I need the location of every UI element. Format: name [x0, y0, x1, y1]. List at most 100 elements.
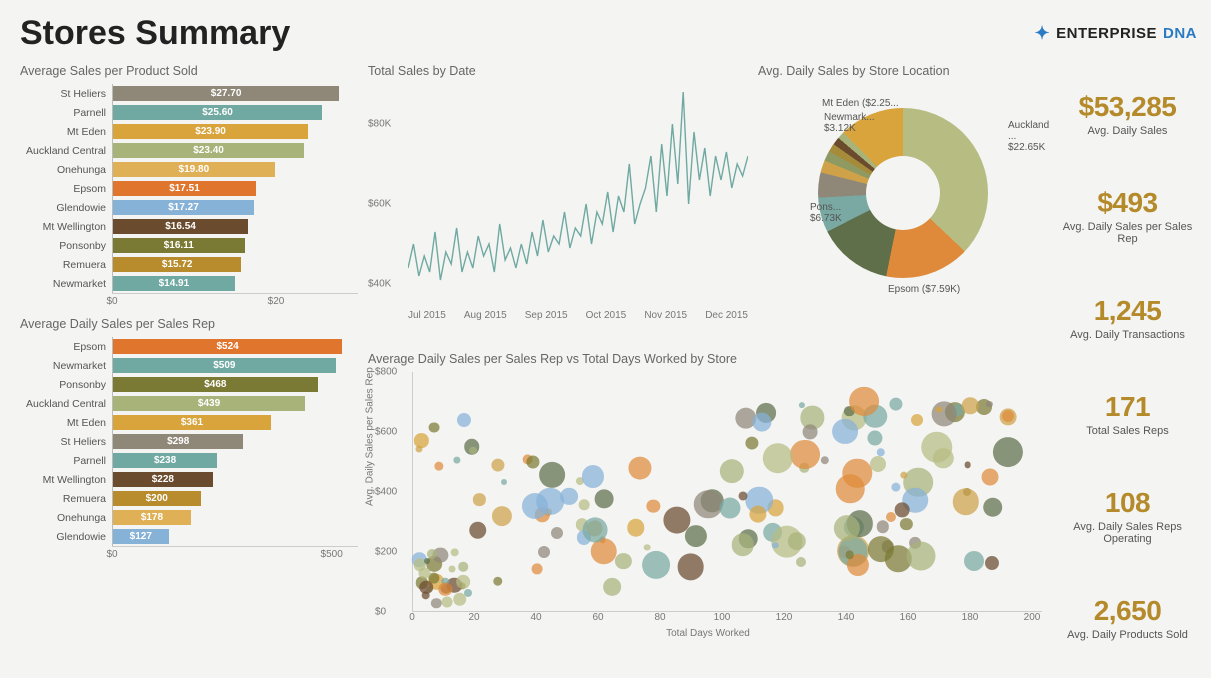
- kpi-card[interactable]: 171Total Sales Reps: [1058, 391, 1197, 437]
- scatter-point[interactable]: [473, 493, 485, 505]
- bar-row[interactable]: Mt Eden$23.90: [20, 122, 358, 141]
- scatter-point[interactable]: [532, 564, 543, 575]
- scatter-point[interactable]: [890, 397, 903, 410]
- chart-total-sales-by-date[interactable]: Total Sales by Date $40K$60K$80K Jul 201…: [368, 62, 748, 342]
- scatter-point[interactable]: [932, 401, 957, 426]
- scatter-point[interactable]: [836, 474, 865, 503]
- bar-row[interactable]: Mt Wellington$16.54: [20, 217, 358, 236]
- scatter-point[interactable]: [424, 558, 430, 564]
- scatter-point[interactable]: [981, 469, 998, 486]
- bar-row[interactable]: Newmarket$14.91: [20, 274, 358, 293]
- scatter-point[interactable]: [603, 578, 621, 596]
- scatter-point[interactable]: [1002, 410, 1014, 422]
- scatter-point[interactable]: [579, 499, 590, 510]
- scatter-point[interactable]: [739, 491, 748, 500]
- scatter-point[interactable]: [421, 591, 430, 600]
- scatter-point[interactable]: [539, 462, 565, 488]
- bar-row[interactable]: Parnell$25.60: [20, 103, 358, 122]
- scatter-point[interactable]: [962, 398, 978, 414]
- scatter-point[interactable]: [526, 455, 539, 468]
- scatter-point[interactable]: [867, 430, 882, 445]
- scatter-point[interactable]: [936, 406, 943, 413]
- bar-row[interactable]: Ponsonby$16.11: [20, 236, 358, 255]
- scatter-point[interactable]: [964, 551, 984, 571]
- bar-row[interactable]: St Heliers$27.70: [20, 84, 358, 103]
- bar-row[interactable]: Mt Eden$361: [20, 413, 358, 432]
- scatter-point[interactable]: [491, 458, 504, 471]
- bar-row[interactable]: Remuera$15.72: [20, 255, 358, 274]
- bar-row[interactable]: Mt Wellington$228: [20, 470, 358, 489]
- scatter-point[interactable]: [629, 457, 652, 480]
- chart-avg-daily-sales-per-rep[interactable]: Average Daily Sales per Sales Rep Epsom$…: [20, 315, 358, 560]
- scatter-point[interactable]: [719, 459, 743, 483]
- scatter-point[interactable]: [870, 456, 886, 472]
- scatter-point[interactable]: [457, 413, 471, 427]
- scatter-point[interactable]: [985, 556, 999, 570]
- scatter-point[interactable]: [964, 462, 971, 469]
- kpi-card[interactable]: 2,650Avg. Daily Products Sold: [1058, 595, 1197, 641]
- bar-row[interactable]: Onehunga$178: [20, 508, 358, 527]
- scatter-point[interactable]: [993, 437, 1023, 467]
- scatter-point[interactable]: [441, 597, 452, 608]
- scatter-point[interactable]: [886, 512, 896, 522]
- scatter-point[interactable]: [538, 546, 550, 558]
- scatter-point[interactable]: [790, 440, 820, 470]
- scatter-point[interactable]: [798, 402, 804, 408]
- scatter-point[interactable]: [720, 498, 741, 519]
- bar-row[interactable]: St Heliers$298: [20, 432, 358, 451]
- scatter-point[interactable]: [522, 493, 548, 519]
- bar-row[interactable]: Newmarket$509: [20, 356, 358, 375]
- scatter-point[interactable]: [911, 414, 923, 426]
- scatter-point[interactable]: [416, 446, 423, 453]
- bar-row[interactable]: Epsom$17.51: [20, 179, 358, 198]
- scatter-point[interactable]: [685, 525, 707, 547]
- scatter-point[interactable]: [582, 466, 604, 488]
- scatter-point[interactable]: [763, 443, 793, 473]
- scatter-point[interactable]: [907, 541, 936, 570]
- bar-row[interactable]: Ponsonby$468: [20, 375, 358, 394]
- scatter-point[interactable]: [464, 589, 472, 597]
- scatter-point[interactable]: [900, 518, 912, 530]
- bar-row[interactable]: Glendowie$127: [20, 527, 358, 546]
- scatter-point[interactable]: [583, 518, 608, 543]
- scatter-point[interactable]: [469, 446, 477, 454]
- kpi-card[interactable]: $53,285Avg. Daily Sales: [1058, 91, 1197, 137]
- scatter-point[interactable]: [428, 422, 439, 433]
- scatter-point[interactable]: [891, 483, 900, 492]
- chart-daily-sales-by-location[interactable]: Avg. Daily Sales by Store Location Mt Ed…: [758, 62, 1048, 342]
- scatter-point[interactable]: [694, 490, 723, 519]
- scatter-point[interactable]: [753, 413, 772, 432]
- scatter-point[interactable]: [952, 489, 978, 515]
- bar-row[interactable]: Auckland Central$439: [20, 394, 358, 413]
- scatter-point[interactable]: [832, 418, 858, 444]
- scatter-point[interactable]: [469, 522, 487, 540]
- scatter-point[interactable]: [431, 598, 441, 608]
- scatter-point[interactable]: [750, 505, 767, 522]
- scatter-point[interactable]: [448, 566, 455, 573]
- kpi-card[interactable]: $493Avg. Daily Sales per Sales Rep: [1058, 187, 1197, 245]
- scatter-point[interactable]: [450, 548, 459, 557]
- scatter-point[interactable]: [642, 551, 670, 579]
- scatter-point[interactable]: [877, 520, 889, 532]
- scatter-point[interactable]: [803, 425, 818, 440]
- scatter-point[interactable]: [895, 503, 910, 518]
- scatter-point[interactable]: [615, 553, 631, 569]
- bar-row[interactable]: Parnell$238: [20, 451, 358, 470]
- chart-avg-sales-per-product[interactable]: Average Sales per Product Sold St Helier…: [20, 62, 358, 307]
- scatter-point[interactable]: [595, 490, 614, 509]
- scatter-point[interactable]: [454, 456, 461, 463]
- scatter-point[interactable]: [796, 557, 806, 567]
- scatter-point[interactable]: [434, 462, 443, 471]
- scatter-point[interactable]: [787, 532, 805, 550]
- scatter-point[interactable]: [644, 544, 651, 551]
- scatter-point[interactable]: [820, 456, 828, 464]
- scatter-point[interactable]: [501, 479, 507, 485]
- scatter-point[interactable]: [983, 497, 1003, 517]
- scatter-point[interactable]: [745, 437, 758, 450]
- scatter-point[interactable]: [627, 519, 644, 536]
- bar-row[interactable]: Glendowie$17.27: [20, 198, 358, 217]
- scatter-point[interactable]: [493, 576, 502, 585]
- scatter-point[interactable]: [731, 534, 754, 557]
- scatter-point[interactable]: [427, 549, 437, 559]
- bar-row[interactable]: Epsom$524: [20, 337, 358, 356]
